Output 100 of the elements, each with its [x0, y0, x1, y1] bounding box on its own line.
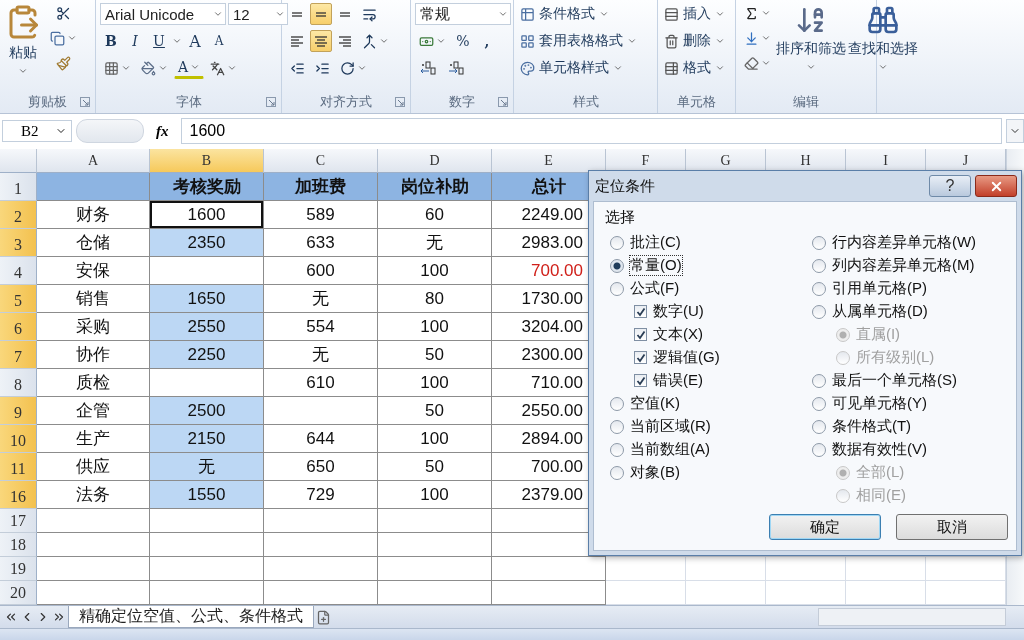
- styles-menu-button[interactable]: 单元格样式: [518, 56, 639, 80]
- column-header[interactable]: E: [492, 149, 606, 173]
- option-label[interactable]: 常量(O): [630, 256, 682, 275]
- table-cell: 安保: [37, 257, 150, 285]
- table-cell: 财务: [37, 201, 150, 229]
- underline-button[interactable]: U: [148, 30, 170, 52]
- row-header[interactable]: 18: [0, 533, 37, 557]
- row-header[interactable]: 10: [0, 425, 37, 453]
- table-cell: 仓储: [37, 229, 150, 257]
- font-size-field[interactable]: 12: [228, 3, 288, 25]
- table-cell: 企管: [37, 397, 150, 425]
- option-label[interactable]: 条件格式(T): [831, 417, 912, 436]
- column-header[interactable]: F: [606, 149, 686, 173]
- option-label[interactable]: 公式(F): [630, 279, 680, 298]
- column-header[interactable]: J: [926, 149, 1006, 173]
- find-select-button[interactable]: 查找和选择: [847, 2, 919, 91]
- option-label[interactable]: 引用单元格(P): [831, 279, 927, 298]
- column-header[interactable]: C: [264, 149, 378, 173]
- paste-button[interactable]: 粘贴: [4, 2, 42, 91]
- option-label[interactable]: 对象(B): [630, 463, 680, 482]
- table-cell: 610: [264, 369, 378, 397]
- table-cell: 2500: [150, 397, 264, 425]
- option-label[interactable]: 最后一个单元格(S): [831, 371, 957, 390]
- table-cell: 法务: [37, 481, 150, 509]
- italic-button[interactable]: I: [124, 30, 146, 52]
- option-label[interactable]: 当前区域(R): [630, 417, 711, 436]
- sort-filter-button[interactable]: 排序和筛选: [775, 2, 847, 91]
- table-cell: 协作: [37, 341, 150, 369]
- row-header[interactable]: 20: [0, 581, 37, 605]
- ok-button[interactable]: 确定: [769, 514, 881, 540]
- styles-menu-button[interactable]: 条件格式: [518, 2, 639, 26]
- group-label: 剪贴板: [28, 93, 67, 111]
- row-header[interactable]: 2: [0, 201, 37, 229]
- row-header[interactable]: 17: [0, 509, 37, 533]
- row-header[interactable]: 3: [0, 229, 37, 257]
- comma-button[interactable]: ,: [476, 30, 498, 52]
- table-cell: 644: [264, 425, 378, 453]
- row-header[interactable]: 9: [0, 397, 37, 425]
- cells-menu-button[interactable]: 插入: [662, 2, 727, 26]
- row-header[interactable]: 11: [0, 453, 37, 481]
- table-cell: 1650: [150, 285, 264, 313]
- row-header[interactable]: 16: [0, 481, 37, 509]
- row-header[interactable]: 4: [0, 257, 37, 285]
- table-cell: 采购: [37, 313, 150, 341]
- table-cell: 100: [378, 257, 492, 285]
- table-cell: 60: [378, 201, 492, 229]
- option-label[interactable]: 批注(C): [630, 233, 681, 252]
- font-color-button[interactable]: A: [174, 57, 205, 79]
- grow-font-button[interactable]: A: [184, 30, 206, 52]
- cells-menu-button[interactable]: 删除: [662, 29, 727, 53]
- header-cell: 加班费: [264, 173, 378, 201]
- table-cell: 80: [378, 285, 492, 313]
- font-name-field[interactable]: Arial Unicode: [100, 3, 226, 25]
- column-header[interactable]: H: [766, 149, 846, 173]
- table-cell: 729: [264, 481, 378, 509]
- column-header[interactable]: G: [686, 149, 766, 173]
- option-label[interactable]: 数字(U): [653, 302, 704, 321]
- option-label[interactable]: 可见单元格(Y): [831, 394, 927, 413]
- table-cell: 2250: [150, 341, 264, 369]
- column-header[interactable]: B: [150, 149, 264, 173]
- table-cell: 质检: [37, 369, 150, 397]
- name-box[interactable]: B2: [2, 120, 72, 142]
- row-header[interactable]: 5: [0, 285, 37, 313]
- column-header[interactable]: I: [846, 149, 926, 173]
- table-cell: 50: [378, 341, 492, 369]
- option-label[interactable]: 错误(E): [653, 371, 703, 390]
- option-label[interactable]: 当前数组(A): [630, 440, 710, 459]
- table-cell: 2350: [150, 229, 264, 257]
- row-header[interactable]: 6: [0, 313, 37, 341]
- column-header[interactable]: A: [37, 149, 150, 173]
- formula-field[interactable]: 1600: [180, 118, 1002, 144]
- bold-button[interactable]: B: [100, 30, 122, 52]
- cells-menu-button[interactable]: 格式: [662, 56, 727, 80]
- option-label[interactable]: 数据有效性(V): [831, 440, 927, 459]
- table-cell: 销售: [37, 285, 150, 313]
- row-header[interactable]: 19: [0, 557, 37, 581]
- row-header[interactable]: 8: [0, 369, 37, 397]
- header-cell: 考核奖励: [150, 173, 264, 201]
- column-header[interactable]: D: [378, 149, 492, 173]
- row-header[interactable]: 1: [0, 173, 37, 201]
- option-label[interactable]: 从属单元格(D): [831, 302, 928, 321]
- option-label[interactable]: 空值(K): [630, 394, 680, 413]
- function-label[interactable]: fx: [148, 122, 177, 140]
- table-cell: 650: [264, 453, 378, 481]
- option-label[interactable]: 逻辑值(G): [653, 348, 720, 367]
- number-format-field[interactable]: 常规: [415, 3, 511, 25]
- styles-menu-button[interactable]: 套用表格格式: [518, 29, 639, 53]
- percent-button[interactable]: %: [452, 30, 474, 52]
- sheet-tab[interactable]: 精确定位空值、公式、条件格式: [68, 606, 314, 628]
- row-header[interactable]: 7: [0, 341, 37, 369]
- table-cell: 100: [378, 369, 492, 397]
- help-button[interactable]: ?: [929, 175, 971, 197]
- group-label: 编辑: [793, 93, 819, 111]
- shrink-font-button[interactable]: A: [208, 30, 230, 52]
- cancel-button[interactable]: 取消: [896, 514, 1008, 540]
- option-label[interactable]: 列内容差异单元格(M): [831, 256, 975, 275]
- option-label[interactable]: 文本(X): [653, 325, 703, 344]
- option-label[interactable]: 行内容差异单元格(W): [831, 233, 977, 252]
- table-cell: 100: [378, 425, 492, 453]
- group-label: 字体: [175, 93, 202, 111]
